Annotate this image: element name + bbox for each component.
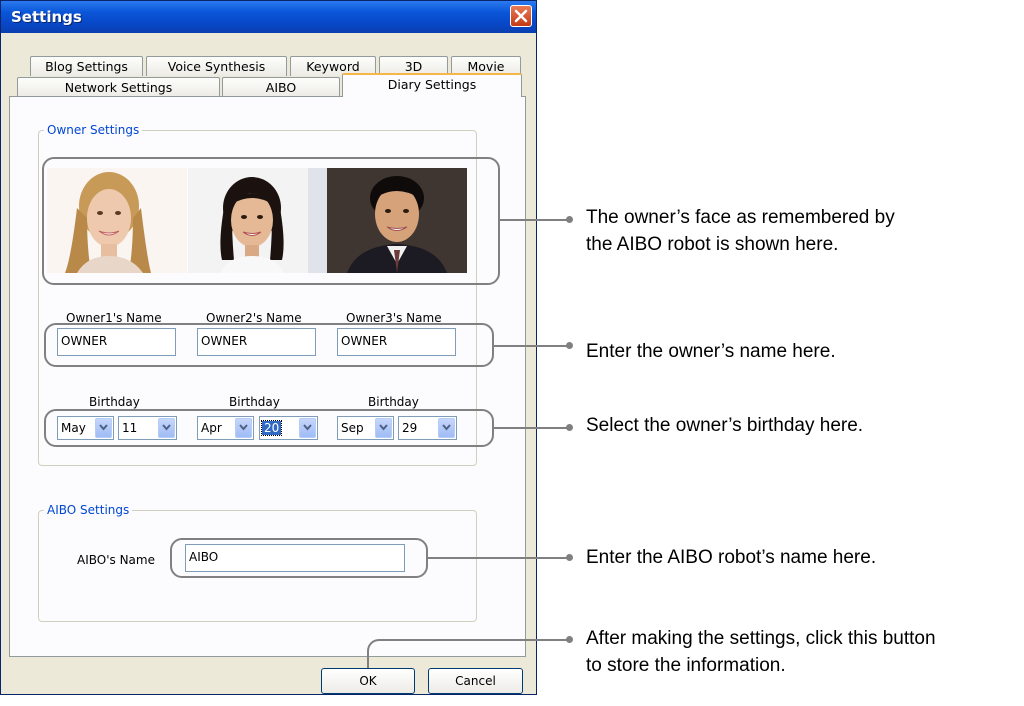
window-title: Settings [11,8,82,26]
face-callout-dot [566,216,573,223]
aibo-name-callout [170,538,428,578]
face-callout-line [500,219,570,221]
button-callout-curve [367,639,384,656]
annotation-face-line1: The owner’s face as remembered by [586,207,895,228]
button-callout-vline [367,654,369,668]
birthday-callout-line [494,427,570,429]
annotation-aibo: Enter the AIBO robot’s name here. [586,547,877,568]
annotation-button-line2: to store the information. [586,655,786,676]
tab-network-settings[interactable]: Network Settings [17,77,220,97]
owner3-birthday-label: Birthday [368,395,419,409]
cancel-button[interactable]: Cancel [428,668,523,694]
aibo-callout-dot [566,554,573,561]
annotation-face: The owner’s face as remembered by the AI… [586,204,895,258]
close-button[interactable] [510,5,532,27]
owner1-birthday-label: Birthday [89,395,140,409]
aibo-callout-line [428,557,570,559]
tab-diary-settings[interactable]: Diary Settings [342,73,522,97]
button-callout-dot [566,636,573,643]
aibo-name-label: AIBO's Name [77,553,155,567]
owner-settings-label: Owner Settings [44,123,143,137]
tab-voice-synthesis[interactable]: Voice Synthesis [146,56,287,76]
owner-photos-callout [42,157,500,285]
name-callout-dot [566,342,573,349]
owner2-birthday-label: Birthday [229,395,280,409]
owner-birthdays-callout [44,409,494,447]
annotation-button: After making the settings, click this bu… [586,625,936,679]
ok-button[interactable]: OK [321,668,415,694]
aibo-settings-label: AIBO Settings [44,503,133,517]
name-callout-line [494,345,570,347]
tab-aibo[interactable]: AIBO [222,77,340,97]
annotation-button-line1: After making the settings, click this bu… [586,628,936,649]
annotation-birthday: Select the owner’s birthday here. [586,415,864,436]
owner-names-callout [44,323,494,367]
tab-blog-settings[interactable]: Blog Settings [30,56,143,76]
title-bar[interactable]: Settings [1,1,536,33]
annotation-name: Enter the owner’s name here. [586,341,836,362]
birthday-callout-dot [566,424,573,431]
annotation-face-line2: the AIBO robot is shown here. [586,234,839,255]
button-callout-line [382,639,570,641]
close-icon [514,9,528,23]
